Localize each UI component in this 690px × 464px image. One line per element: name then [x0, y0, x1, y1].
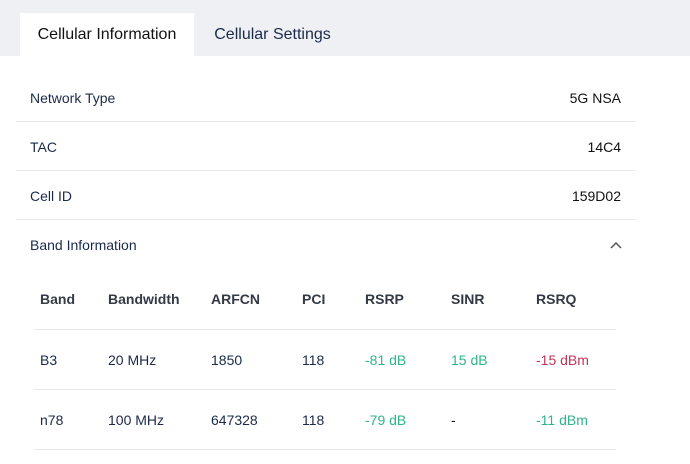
bandwidth-cell: 100 MHz	[108, 412, 165, 428]
pci-cell: 118	[302, 412, 325, 428]
band-cell: B3	[40, 352, 58, 368]
col-sinr: SINR	[451, 291, 485, 307]
col-bandwidth: Bandwidth	[108, 291, 180, 307]
cell-id-row: Cell ID 159D02	[16, 172, 636, 220]
rsrp-cell: -81 dB	[365, 352, 407, 368]
col-pci: PCI	[302, 291, 326, 307]
arfcn-cell: 647328	[211, 412, 258, 428]
col-rsrp: RSRP	[365, 291, 404, 307]
tab-bar: Cellular Information Cellular Settings	[0, 0, 690, 56]
band-cell: n78	[40, 412, 64, 428]
sinr-cell: -	[451, 412, 456, 428]
col-rsrq: RSRQ	[536, 291, 577, 307]
table-row: n78 100 MHz 647328 118 -79 dB - -11 dBm	[34, 390, 616, 450]
tab-cellular-settings[interactable]: Cellular Settings	[200, 13, 345, 56]
sinr-cell: 15 dB	[451, 352, 488, 368]
rsrq-cell: -11 dBm	[536, 412, 588, 428]
chevron-up-icon[interactable]	[610, 240, 622, 250]
tab-cellular-information[interactable]: Cellular Information	[20, 13, 194, 56]
rsrp-cell: -79 dB	[365, 412, 407, 428]
network-type-value: 5G NSA	[569, 90, 621, 106]
band-information-header[interactable]: Band Information	[16, 221, 636, 269]
bandwidth-cell: 20 MHz	[108, 352, 157, 368]
band-information-title: Band Information	[30, 237, 137, 253]
network-type-row: Network Type 5G NSA	[16, 74, 636, 122]
tac-label: TAC	[30, 139, 57, 155]
cell-id-label: Cell ID	[30, 188, 73, 204]
cell-id-value: 159D02	[571, 188, 621, 204]
network-type-label: Network Type	[30, 90, 116, 106]
col-band: Band	[40, 291, 75, 307]
col-arfcn: ARFCN	[211, 291, 260, 307]
pci-cell: 118	[302, 352, 325, 368]
table-row: B3 20 MHz 1850 118 -81 dB 15 dB -15 dBm	[34, 330, 616, 390]
band-table-header: Band Bandwidth ARFCN PCI RSRP SINR RSRQ	[34, 278, 616, 330]
tac-value: 14C4	[587, 139, 621, 155]
rsrq-cell: -15 dBm	[536, 352, 589, 368]
tac-row: TAC 14C4	[16, 123, 636, 171]
arfcn-cell: 1850	[211, 352, 243, 368]
